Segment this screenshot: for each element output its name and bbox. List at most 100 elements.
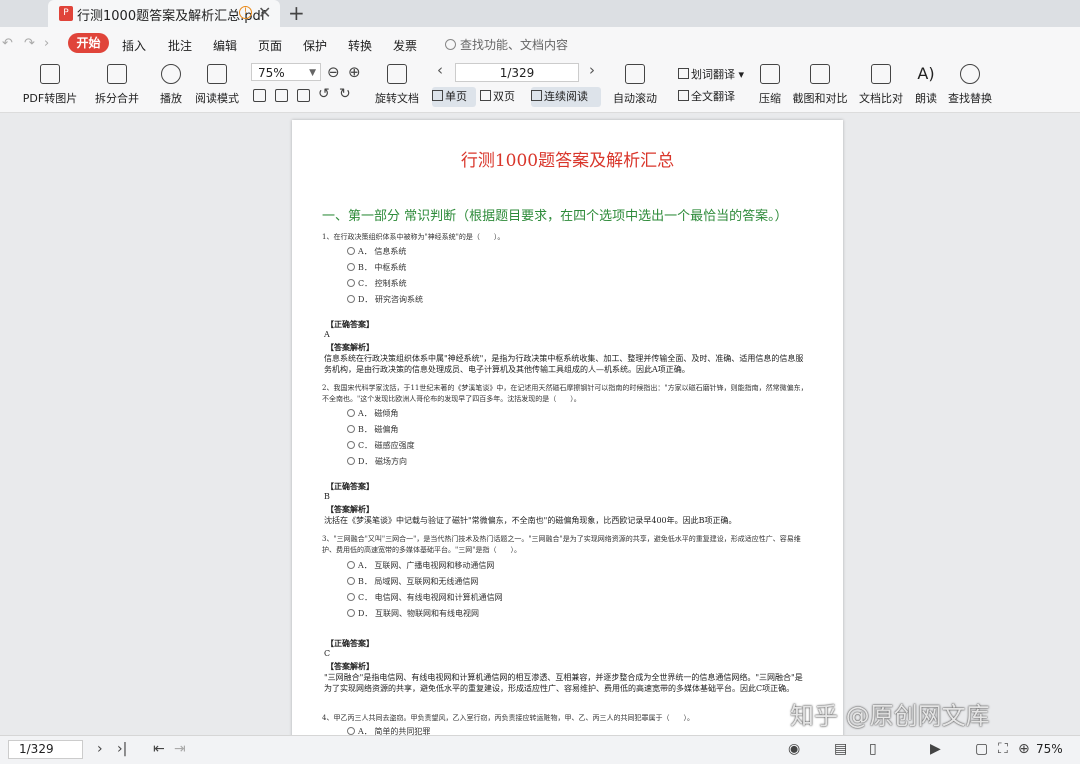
explanation-label: 【答案解析】 [326,661,374,671]
radio-icon [347,577,355,585]
single-page-button[interactable]: 单页 [432,87,476,107]
zoom-out-icon[interactable]: ⊖ [327,63,340,81]
last-page-icon[interactable]: ›| [117,741,127,757]
screenshot-compare-button[interactable]: 截图和对比 [791,60,849,106]
compress-icon [760,64,780,84]
option-radio[interactable]: B． 磁偏角 [347,424,398,435]
option-radio[interactable]: A． 磁倾角 [347,408,398,419]
rotate-right-icon[interactable]: ↻ [339,86,351,102]
auto-scroll-button[interactable]: 自动滚动 [610,60,660,106]
search-placeholder: 查找功能、文档内容 [460,38,569,52]
search-box[interactable]: 查找功能、文档内容 [445,36,568,53]
single-page-label: 单页 [445,90,467,103]
next-page-icon[interactable]: › [589,61,595,79]
status-bar: 1/329 › ›| ⇤ ⇥ ◉ ▤ ▯ ▶ ▢ ⛶ ⊕ 75% [0,735,1080,764]
close-tab-icon[interactable]: ✕ [258,3,271,22]
status-zoom[interactable]: 75% [1036,742,1063,756]
menu-edit[interactable]: 编辑 [213,37,237,54]
radio-icon [347,561,355,569]
single-view-icon[interactable]: ▯ [869,741,877,757]
rotate-left-icon[interactable]: ↺ [318,86,330,102]
option-radio[interactable]: C． 控制系统 [347,278,407,289]
zoom-in-icon[interactable]: ⊕ [348,63,361,81]
full-translate-button[interactable]: 全文翻译 [678,87,750,107]
compress-button[interactable]: 压缩 [756,60,784,106]
question-text: 4、甲乙丙三人共同去盗窃。甲负责望风，乙入室行窃，丙负责接应转运赃物，甲、乙、丙… [322,714,694,722]
continuous-icon [531,90,542,101]
forward-icon[interactable]: ⇥ [174,741,186,757]
fit-page-icon[interactable] [275,89,288,102]
page-input[interactable]: 1/329 [455,63,579,82]
question-text: 3、"三网融合"又叫"三网合一"，是当代热门技术及热门话题之一。"三网融合"是为… [322,535,801,554]
option-radio[interactable]: C． 电信网、有线电视网和计算机通信网 [347,592,503,603]
read-mode-button[interactable]: 阅读模式 [193,60,241,106]
play-button[interactable]: 播放 [156,60,186,106]
radio-icon [347,457,355,465]
menu-protect[interactable]: 保护 [303,37,327,54]
radio-icon [347,409,355,417]
play-icon[interactable]: ▶ [930,741,941,757]
find-replace-label: 查找替换 [948,92,992,105]
menu-start[interactable]: 开始 [68,33,109,53]
toolbar: PDF转图片 拆分合并 播放 阅读模式 75% ▼ ⊖ ⊕ ↺ ↻ 旋转文档 ‹… [0,60,1080,113]
option-radio[interactable]: D． 研究咨询系统 [347,294,423,305]
menu-insert[interactable]: 插入 [122,37,146,54]
pdf-to-image-button[interactable]: PDF转图片 [22,60,78,106]
eye-icon[interactable]: ◉ [788,741,800,757]
fit-page-icon[interactable]: ⛶ [998,741,1008,757]
undo-icon[interactable]: ↶ [2,36,13,51]
more-arrow-icon[interactable]: › [44,36,49,51]
option-radio[interactable]: B． 局域网、互联网和无线通信网 [347,576,478,587]
question-text: 1、在行政决策组织体系中被称为"神经系统"的是（ ）。 [322,233,505,241]
radio-icon [347,593,355,601]
option-radio[interactable]: B． 中枢系统 [347,262,406,273]
split-merge-label: 拆分合并 [95,92,139,105]
new-tab-icon[interactable]: + [288,1,305,25]
document-title: 行测1000题答案及解析汇总 [460,151,675,171]
fit-width-icon[interactable] [297,89,310,102]
read-mode-label: 阅读模式 [195,92,239,105]
warning-icon[interactable]: ! [239,6,252,19]
radio-icon [347,727,355,735]
redo-icon[interactable]: ↷ [24,36,35,51]
menu-annotate[interactable]: 批注 [168,37,192,54]
next-page-icon[interactable]: › [97,741,103,757]
option-text: D． 互联网、物联网和有线电视网 [358,609,479,618]
double-page-button[interactable]: 双页 [480,87,528,107]
word-translate-button[interactable]: 划词翻译 ▾ [678,65,750,85]
prev-page-icon[interactable]: ‹ [437,61,443,79]
radio-icon [347,247,355,255]
rotate-doc-button[interactable]: 旋转文档 [373,60,421,106]
play-icon [161,64,181,84]
menu-convert[interactable]: 转换 [348,37,372,54]
zoom-select[interactable]: 75% ▼ [251,63,321,81]
option-radio[interactable]: A． 信息系统 [347,246,406,257]
continuous-view-icon[interactable]: ▤ [834,741,847,757]
actual-size-icon[interactable]: ▢ [975,741,988,757]
read-aloud-label: 朗读 [915,92,937,105]
question-text: 2、我国宋代科学家沈括，于11世纪末著的《梦溪笔谈》中，在记述用天然磁石摩擦钢针… [322,384,808,403]
split-merge-button[interactable]: 拆分合并 [88,60,146,106]
back-icon[interactable]: ⇤ [153,741,165,757]
option-radio[interactable]: D． 磁场方向 [347,456,407,467]
option-text: D． 磁场方向 [358,457,407,466]
option-text: A． 信息系统 [358,247,407,256]
doc-compare-button[interactable]: 文档比对 [857,60,905,106]
continuous-read-button[interactable]: 连续阅读 [531,87,601,107]
section-title: 一、第一部分 常识判断（根据题目要求，在四个选项中选出一个最恰当的答案。） [322,209,788,224]
document-tab[interactable]: P 行测1000题答案及解析汇总.pdf ! ✕ [48,0,280,27]
radio-icon [347,263,355,271]
option-radio[interactable]: C． 磁感应强度 [347,440,415,451]
read-aloud-button[interactable]: A) 朗读 [912,60,940,106]
option-radio[interactable]: D． 互联网、物联网和有线电视网 [347,608,479,619]
actual-size-icon[interactable] [253,89,266,102]
option-radio[interactable]: A． 互联网、广播电视网和移动通信网 [347,560,494,571]
page-number-input[interactable]: 1/329 [8,740,83,759]
menu-page[interactable]: 页面 [258,37,282,54]
auto-scroll-label: 自动滚动 [613,92,657,105]
menu-invoice[interactable]: 发票 [393,37,417,54]
find-replace-button[interactable]: 查找替换 [946,60,994,106]
screenshot-icon [810,64,830,84]
pdf-to-image-label: PDF转图片 [22,92,78,105]
zoom-in-icon[interactable]: ⊕ [1018,741,1030,757]
